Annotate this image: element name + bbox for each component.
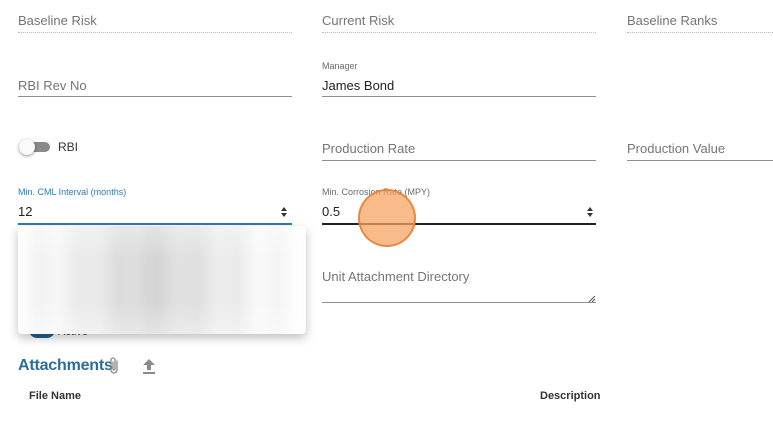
baseline-ranks-field[interactable]: Baseline Ranks [627, 10, 773, 36]
min-corrosion-rate-stepper[interactable] [586, 206, 594, 218]
attachments-title: Attachments [18, 357, 113, 374]
baseline-risk-field[interactable]: Baseline Risk [18, 10, 292, 36]
production-rate-underline [322, 160, 596, 161]
production-rate-placeholder: Production Rate [322, 141, 416, 156]
unit-attachment-directory-placeholder: Unit Attachment Directory [322, 269, 470, 284]
baseline-ranks-placeholder: Baseline Ranks [627, 13, 718, 28]
dropdown-blur-overlay [18, 226, 306, 334]
min-cml-interval-label: Min. CML Interval (months) [18, 187, 127, 197]
click-cursor-indicator [358, 189, 416, 247]
min-cml-interval-value: 12 [18, 204, 33, 219]
min-cml-interval-stepper[interactable] [280, 206, 288, 218]
upload-icon[interactable] [142, 357, 156, 380]
production-value-field[interactable]: Production Value [627, 137, 773, 163]
unit-attachment-directory-underline [322, 302, 596, 303]
manager-field[interactable]: Manager James Bond [322, 60, 596, 100]
current-risk-underline [322, 32, 596, 33]
manager-label: Manager [322, 61, 358, 71]
current-risk-placeholder: Current Risk [322, 13, 395, 28]
column-header-file-name[interactable]: File Name [29, 390, 81, 402]
current-risk-field[interactable]: Current Risk [322, 10, 596, 36]
rbi-rev-no-field[interactable]: RBI Rev No [18, 74, 292, 100]
rbi-toggle[interactable] [19, 139, 51, 155]
min-cml-interval-field[interactable]: Min. CML Interval (months) 12 [18, 186, 292, 228]
rbi-rev-no-placeholder: RBI Rev No [18, 78, 87, 93]
column-header-description[interactable]: Description [540, 390, 601, 402]
baseline-ranks-underline [627, 32, 773, 33]
min-cml-interval-underline [18, 223, 292, 225]
dropdown-popup[interactable] [18, 226, 306, 334]
rbi-toggle-knob [19, 139, 35, 155]
baseline-risk-placeholder: Baseline Risk [18, 13, 97, 28]
unit-attachment-directory-field[interactable]: Unit Attachment Directory [322, 266, 596, 304]
rbi-rev-no-underline [18, 96, 292, 97]
rbi-toggle-label: RBI [58, 140, 79, 154]
production-rate-field[interactable]: Production Rate [322, 137, 596, 163]
manager-underline [322, 96, 596, 97]
manager-value: James Bond [322, 78, 395, 93]
resize-handle-icon[interactable] [588, 290, 596, 303]
production-value-placeholder: Production Value [627, 141, 726, 156]
paperclip-icon[interactable] [107, 356, 121, 381]
min-corrosion-rate-value: 0.5 [322, 204, 341, 219]
baseline-risk-underline [18, 32, 292, 33]
production-value-underline [627, 160, 773, 161]
